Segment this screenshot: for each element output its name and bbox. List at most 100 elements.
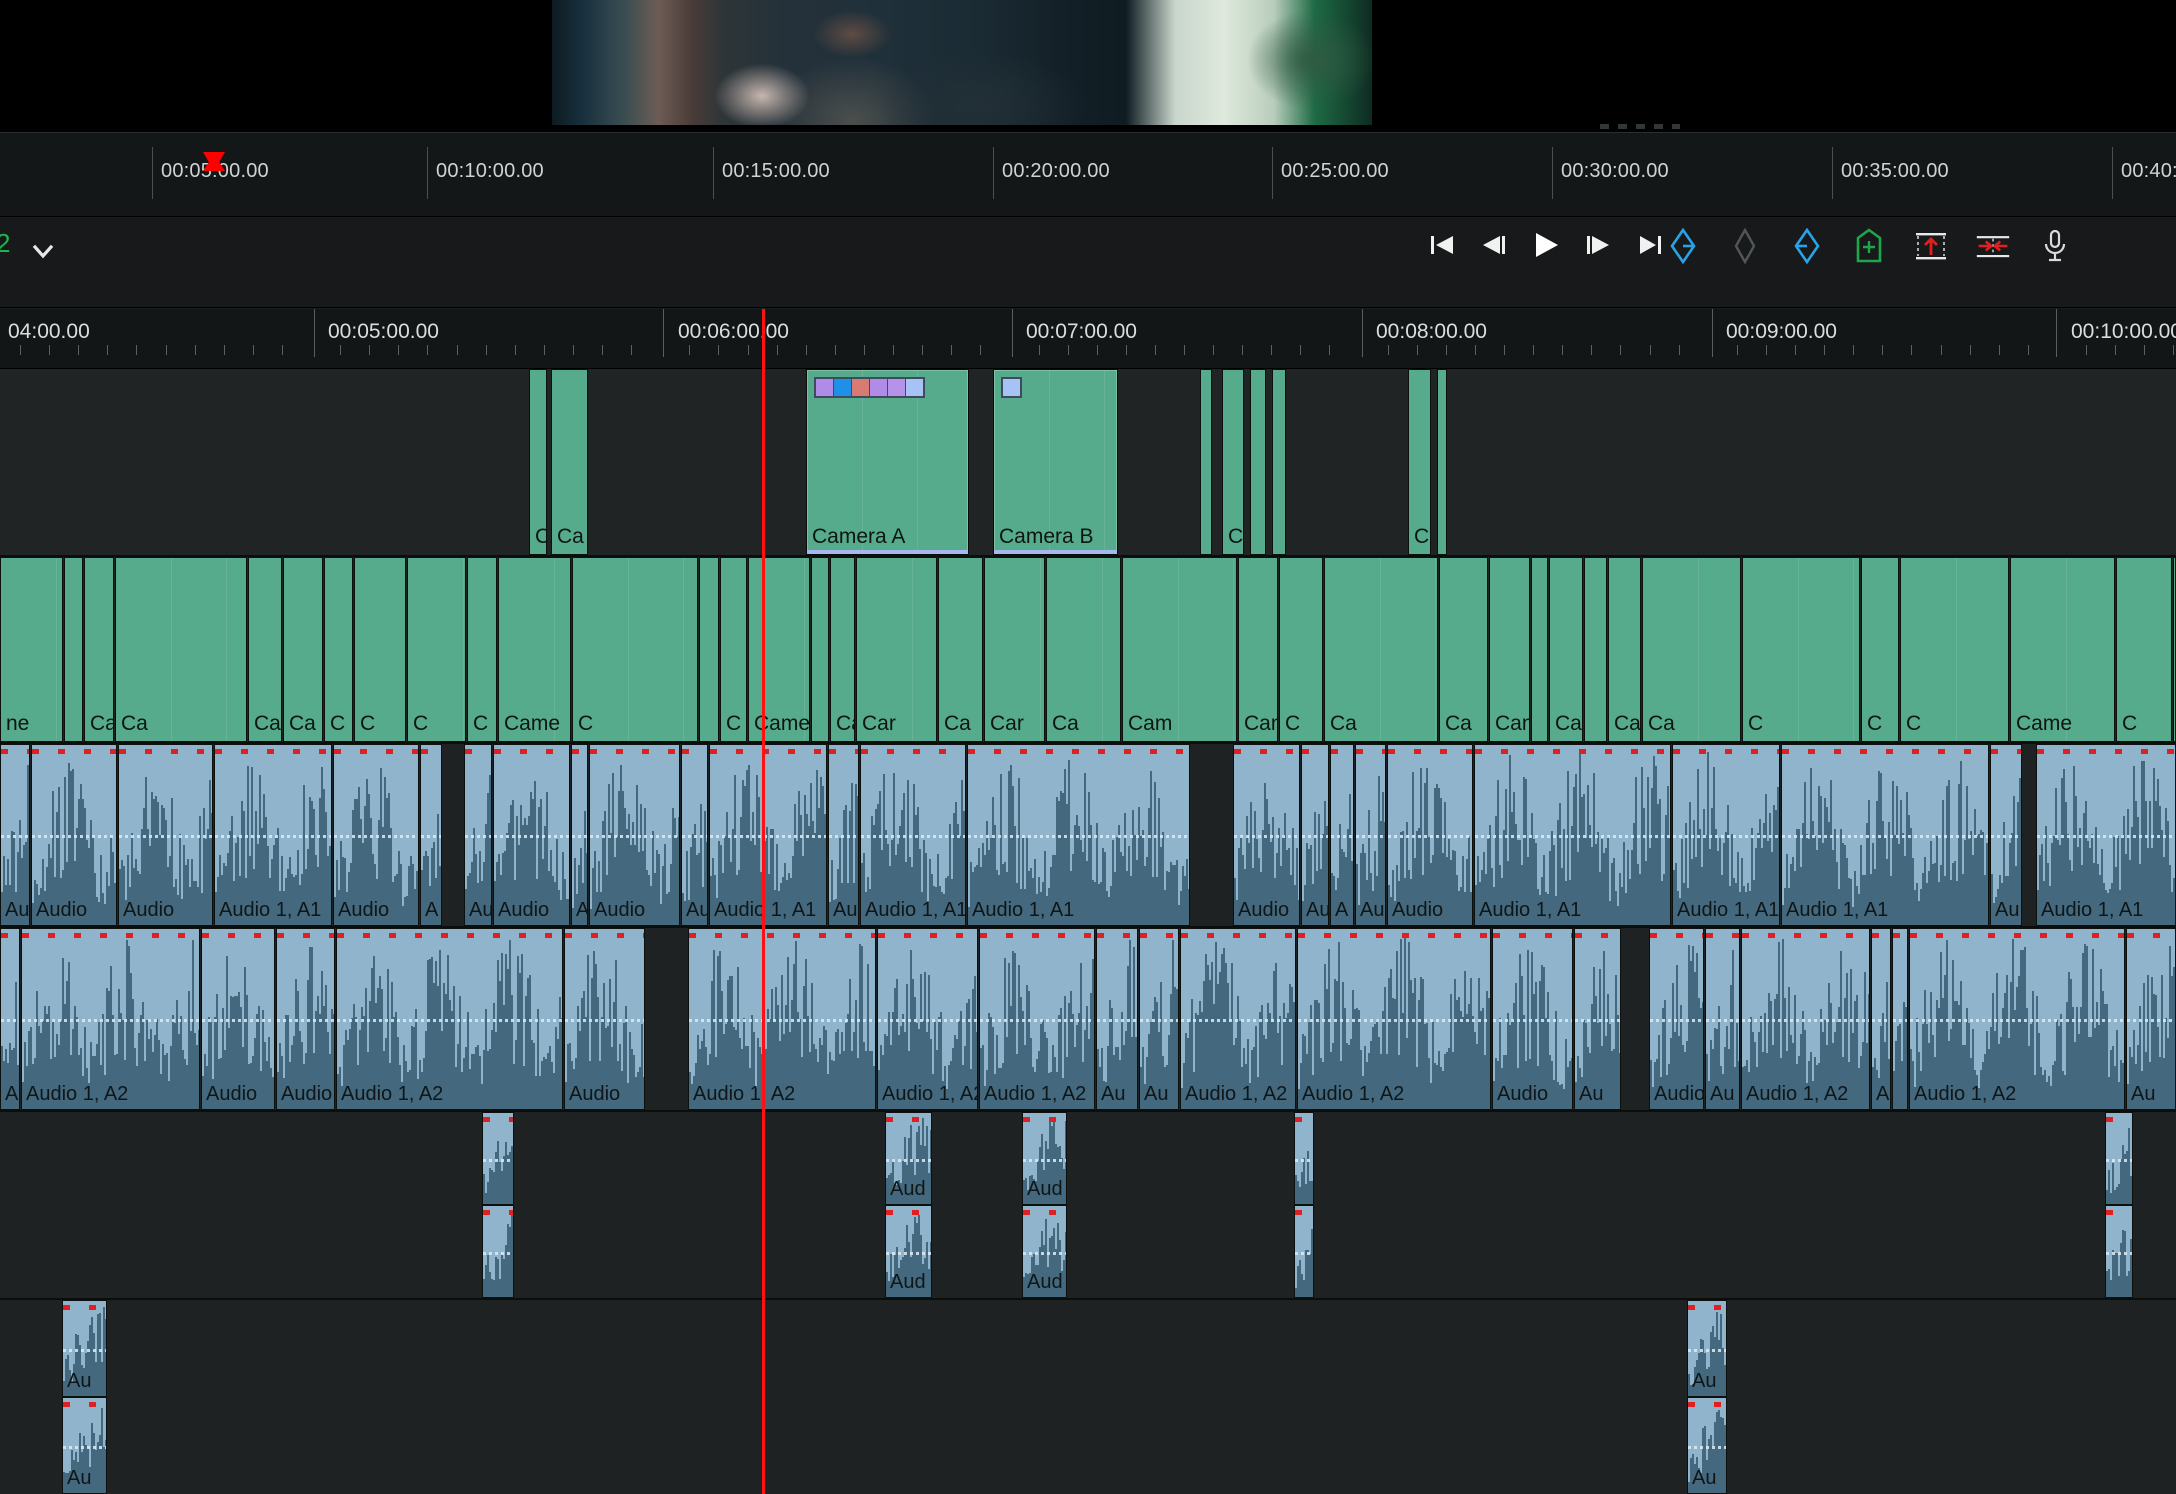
video-clip[interactable]: Camera A bbox=[748, 557, 810, 742]
mark-clip-diamond-icon[interactable] bbox=[1727, 228, 1763, 264]
video-clip[interactable]: C bbox=[529, 369, 547, 555]
video-clip[interactable]: C bbox=[467, 557, 497, 742]
video-clip[interactable]: Camera A bbox=[806, 369, 969, 555]
audio-clip[interactable]: A bbox=[571, 744, 588, 926]
audio-clip[interactable]: Au bbox=[1687, 1397, 1727, 1494]
audio-clip[interactable]: Audio 1, A2 bbox=[877, 928, 978, 1110]
video-clip[interactable]: Car bbox=[1608, 557, 1641, 742]
video-clip[interactable]: Came bbox=[2010, 557, 2115, 742]
video-clip[interactable]: Came bbox=[1489, 557, 1530, 742]
video-clip[interactable]: Car bbox=[856, 557, 937, 742]
video-clip[interactable] bbox=[1437, 369, 1447, 555]
video-clip[interactable]: C bbox=[1861, 557, 1899, 742]
audio-clip-pair[interactable]: AudAud bbox=[885, 1112, 932, 1298]
audio-clip[interactable]: Audio 1, A1 bbox=[1474, 744, 1671, 926]
mark-out-icon[interactable] bbox=[1789, 228, 1825, 264]
audio-clip[interactable]: Au bbox=[464, 744, 492, 926]
audio-clip[interactable]: Aud bbox=[885, 1112, 932, 1205]
insert-up-arrow-icon[interactable] bbox=[1913, 228, 1949, 264]
audio-track-a4[interactable]: AuAuAuAu bbox=[0, 1300, 2176, 1494]
timeline-playhead[interactable] bbox=[762, 309, 765, 1494]
video-clip[interactable]: Ca bbox=[1324, 557, 1438, 742]
video-clip[interactable] bbox=[1250, 369, 1266, 555]
audio-clip-pair[interactable] bbox=[482, 1112, 514, 1298]
video-clip[interactable]: C bbox=[354, 557, 406, 742]
audio-clip[interactable]: A bbox=[1871, 928, 1891, 1110]
audio-clip[interactable] bbox=[482, 1112, 514, 1205]
video-clip[interactable]: Ca bbox=[1046, 557, 1121, 742]
jump-to-start-button[interactable] bbox=[1425, 228, 1459, 262]
video-clip[interactable] bbox=[64, 557, 83, 742]
audio-clip[interactable]: Audio 1, A2 bbox=[1741, 928, 1870, 1110]
step-backward-button[interactable] bbox=[1477, 228, 1511, 262]
audio-clip[interactable]: Audio bbox=[564, 928, 645, 1110]
video-clip[interactable] bbox=[811, 557, 829, 742]
audio-clip[interactable] bbox=[1892, 928, 1908, 1110]
video-track-v2[interactable]: CCaCamera ACamera BCC bbox=[0, 369, 2176, 555]
audio-clip-pair[interactable]: AuAu bbox=[1687, 1300, 1727, 1494]
video-clip[interactable]: Ca bbox=[938, 557, 983, 742]
audio-clip[interactable]: Audio bbox=[493, 744, 570, 926]
video-clip[interactable]: Ca bbox=[1549, 557, 1583, 742]
audio-clip[interactable]: Audio 1, A2 bbox=[979, 928, 1095, 1110]
video-clip[interactable]: C bbox=[1900, 557, 2009, 742]
video-clip[interactable]: Ca bbox=[1439, 557, 1488, 742]
audio-clip[interactable]: Au bbox=[62, 1300, 107, 1397]
video-clip[interactable]: C bbox=[1742, 557, 1860, 742]
audio-clip[interactable] bbox=[482, 1205, 514, 1298]
marker-flag[interactable] bbox=[906, 379, 923, 396]
audio-clip[interactable]: Aud bbox=[885, 1205, 932, 1298]
audio-clip[interactable]: A bbox=[1330, 744, 1354, 926]
video-clip[interactable]: Ca bbox=[84, 557, 114, 742]
video-clip[interactable]: ne bbox=[0, 557, 63, 742]
audio-clip[interactable]: Au bbox=[1687, 1300, 1727, 1397]
audio-clip[interactable]: Audio bbox=[333, 744, 419, 926]
audio-clip[interactable]: Audio 1, A2 bbox=[688, 928, 876, 1110]
audio-clip[interactable]: Audio 1, A2 bbox=[21, 928, 200, 1110]
video-clip[interactable]: Ca bbox=[1642, 557, 1741, 742]
audio-track-a1[interactable]: AuAudioAudioAudio 1, A1AudioAAuAudioAAud… bbox=[0, 744, 2176, 926]
video-clip[interactable]: C bbox=[572, 557, 698, 742]
video-track-v1[interactable]: neCaCaCarCaCCCCCameCCCamera ACamCarCaCar… bbox=[0, 557, 2176, 742]
video-clip[interactable]: C bbox=[1279, 557, 1323, 742]
marker-flag[interactable] bbox=[816, 379, 833, 396]
audio-clip[interactable]: Au bbox=[62, 1397, 107, 1494]
audio-clip[interactable]: Au bbox=[1301, 744, 1329, 926]
ripple-overwrite-icon[interactable] bbox=[1975, 228, 2011, 264]
audio-clip[interactable]: Audio bbox=[1233, 744, 1300, 926]
audio-clip[interactable]: Au bbox=[0, 744, 30, 926]
video-clip[interactable]: C bbox=[2116, 557, 2172, 742]
audio-clip[interactable]: Au bbox=[681, 744, 708, 926]
video-clip[interactable]: C bbox=[1408, 369, 1431, 555]
audio-clip[interactable]: Audio 1, A1 bbox=[709, 744, 827, 926]
video-clip[interactable]: Ca bbox=[115, 557, 247, 742]
video-clip[interactable] bbox=[1200, 369, 1212, 555]
audio-clip[interactable]: Audio 1, A2 bbox=[1180, 928, 1296, 1110]
video-clip[interactable] bbox=[1531, 557, 1548, 742]
audio-clip[interactable]: Audio bbox=[1387, 744, 1473, 926]
video-clip[interactable]: Camera bbox=[1238, 557, 1278, 742]
video-clip[interactable]: Ca bbox=[283, 557, 323, 742]
video-clip[interactable]: Ca bbox=[551, 369, 588, 555]
video-clip[interactable]: C bbox=[324, 557, 353, 742]
audio-clip[interactable]: Audio 1, A1 bbox=[2036, 744, 2176, 926]
video-clip[interactable] bbox=[1584, 557, 1607, 742]
audio-clip[interactable]: Audio bbox=[118, 744, 213, 926]
mark-in-icon[interactable] bbox=[1665, 228, 1701, 264]
video-clip[interactable]: Came bbox=[498, 557, 571, 742]
audio-clip[interactable]: Audio 1, A2 bbox=[336, 928, 563, 1110]
add-marker-icon[interactable] bbox=[1851, 228, 1887, 264]
audio-clip[interactable]: Audio bbox=[589, 744, 680, 926]
audio-clip[interactable]: Au bbox=[828, 744, 859, 926]
audio-clip[interactable]: Au bbox=[1990, 744, 2022, 926]
master-playhead[interactable] bbox=[203, 152, 225, 171]
jump-to-end-button[interactable] bbox=[1633, 228, 1667, 262]
chevron-down-icon[interactable] bbox=[30, 238, 56, 264]
audio-clip[interactable]: Audio 1, A2 bbox=[1297, 928, 1491, 1110]
audio-clip[interactable] bbox=[2105, 1112, 2133, 1205]
audio-track-a2[interactable]: AAudio 1, A2AudioAudioAudio 1, A2AudioAu… bbox=[0, 928, 2176, 1110]
video-clip[interactable] bbox=[1272, 369, 1286, 555]
audio-clip-pair[interactable] bbox=[1294, 1112, 1314, 1298]
video-clip[interactable]: Car bbox=[984, 557, 1045, 742]
audio-clip-pair[interactable]: AuAu bbox=[62, 1300, 107, 1494]
